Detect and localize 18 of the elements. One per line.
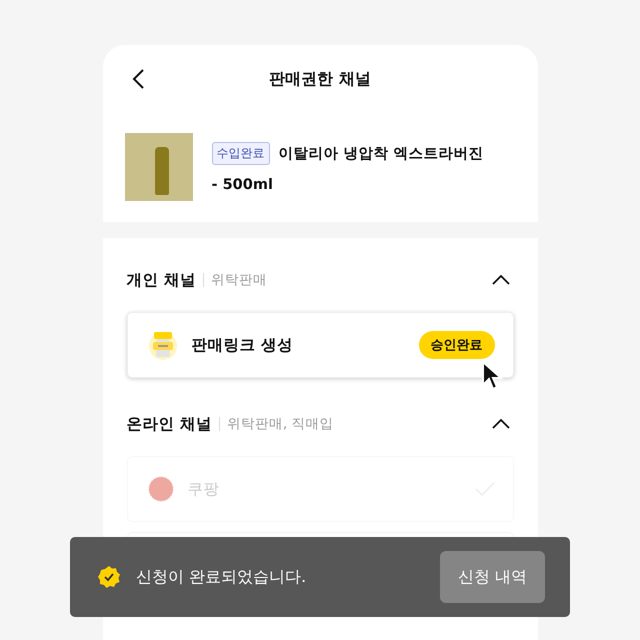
toast-text: 신청이 완료되었습니다. [136,566,308,588]
history-button[interactable]: 신청 내역 [440,551,545,603]
section-title: 개인 채널 [126,270,196,290]
channel-card[interactable]: 판매링크 생성 승인완료 [126,312,514,378]
product-name: 이탈리아 냉압착 엑스트라버진 [278,144,484,162]
status-badge: 수입완료 [212,142,270,164]
section-title: 온라인 채널 [126,414,212,434]
badge-logo-icon [148,476,174,502]
section-subtitle: 위탁판매, 직매입 [226,415,334,433]
storefront-icon [148,329,178,361]
photo-placeholder [124,133,192,201]
approval-badge: 승인완료 [418,331,494,359]
back-icon[interactable] [130,68,144,90]
check-badge-icon [97,565,121,589]
channel-label: 판매링크 생성 [192,334,294,356]
product-size: - 500ml [212,176,274,192]
page-title: 판매권한 채널 [268,68,372,90]
section-subtitle: 위탁판매 [210,271,267,289]
